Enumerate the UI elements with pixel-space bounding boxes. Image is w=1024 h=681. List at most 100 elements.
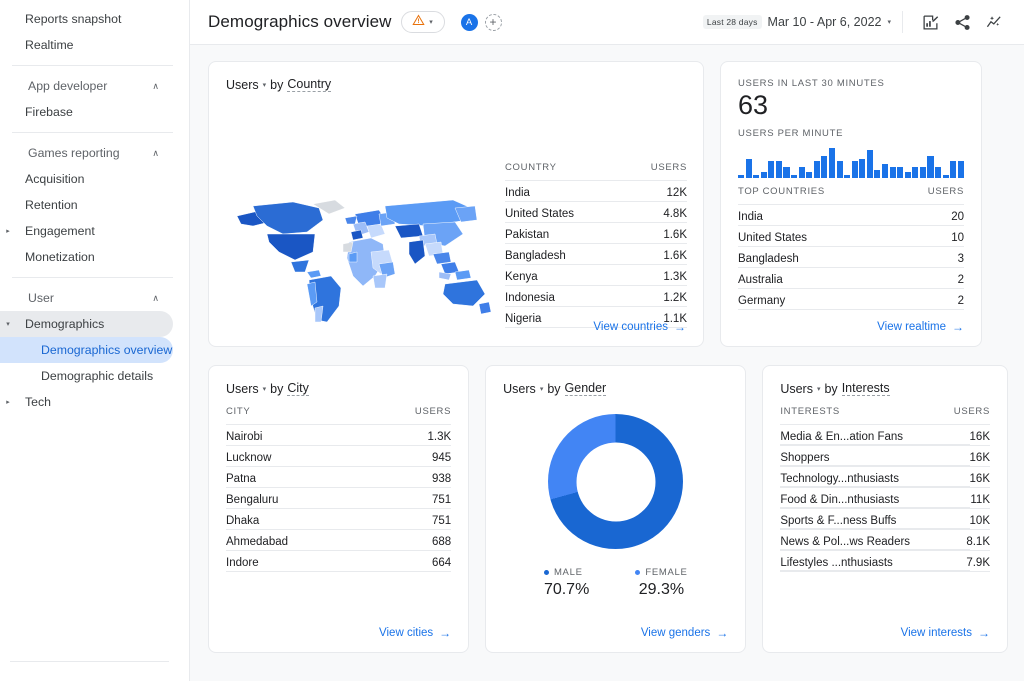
row-value: 10K: [944, 508, 990, 530]
row-label: Food & Din...nthusiasts: [780, 487, 971, 509]
gender-donut-chart[interactable]: [548, 414, 684, 549]
table-row[interactable]: Technology...nthusiasts 16K: [780, 466, 990, 488]
table-row[interactable]: Bangladesh 1.6K: [505, 243, 687, 265]
table-row[interactable]: Pakistan 1.6K: [505, 222, 687, 244]
sidebar-item-retention[interactable]: Retention: [0, 192, 173, 218]
sidebar-item-acquisition[interactable]: Acquisition: [0, 166, 173, 192]
expand-arrow-icon[interactable]: ▾: [0, 321, 16, 328]
collapse-chevron-icon[interactable]: ∧: [152, 148, 159, 159]
add-comparison-button[interactable]: +: [484, 13, 502, 31]
sidebar-item-demographics-overview[interactable]: Demographics overview: [0, 337, 173, 363]
insights-icon[interactable]: [983, 11, 1005, 33]
sidebar-item-reports-snapshot[interactable]: Reports snapshot: [0, 6, 173, 32]
table-row[interactable]: Patna 938: [226, 466, 452, 488]
sidebar-item-demographics[interactable]: ▾ Demographics: [0, 311, 173, 337]
table-row[interactable]: Lucknow 945: [226, 445, 452, 467]
sparkline-bar: [798, 166, 805, 178]
table-row[interactable]: United States 10: [738, 225, 964, 247]
date-range-selector[interactable]: Mar 10 - Apr 6, 2022: [768, 15, 882, 29]
dimension-selector[interactable]: Interests: [841, 381, 890, 396]
warning-triangle-icon: [412, 13, 425, 31]
chevron-down-icon[interactable]: ▾: [887, 18, 891, 26]
table-row[interactable]: United States 4.8K: [505, 201, 687, 223]
chevron-down-icon[interactable]: ▾: [540, 385, 544, 393]
avatar[interactable]: A: [460, 13, 478, 31]
table-row[interactable]: Kenya 1.3K: [505, 264, 687, 286]
dimension-selector[interactable]: Country: [287, 77, 332, 92]
table-row[interactable]: Bangladesh 3: [738, 246, 964, 268]
expand-arrow-icon[interactable]: ▸: [0, 228, 16, 235]
view-interests-link[interactable]: View interests →: [901, 626, 990, 640]
table-row[interactable]: Shoppers 16K: [780, 445, 990, 467]
sidebar-item-firebase[interactable]: Firebase: [0, 99, 173, 125]
view-genders-link[interactable]: View genders →: [641, 626, 728, 640]
row-value: 1.6K: [624, 222, 687, 244]
sidebar-item-app-developer[interactable]: App developer ∧: [0, 73, 173, 99]
table-row[interactable]: Food & Din...nthusiasts 11K: [780, 487, 990, 509]
table-row[interactable]: Indore 664: [226, 550, 452, 572]
sidebar-divider: [12, 277, 173, 278]
view-cities-link[interactable]: View cities →: [379, 626, 451, 640]
users-per-minute-sparkline[interactable]: [738, 146, 964, 178]
data-warning-button[interactable]: ▾: [400, 11, 445, 33]
table-row[interactable]: Australia 2: [738, 267, 964, 289]
arrow-right-icon: →: [978, 626, 990, 640]
row-value: 20: [897, 204, 964, 226]
table-row[interactable]: News & Pol...ws Readers 8.1K: [780, 529, 990, 551]
chevron-down-icon[interactable]: ▾: [263, 385, 267, 393]
metric-selector[interactable]: Users: [226, 382, 259, 396]
row-label: Patna: [226, 466, 369, 488]
table-row[interactable]: India 12K: [505, 180, 687, 202]
legend-value: 29.3%: [638, 581, 685, 598]
users-by-city-card: Users ▾ by City CITY USERS Nairobi 1.3K Lu…: [208, 365, 470, 653]
table-row[interactable]: Indonesia 1.2K: [505, 285, 687, 307]
sparkline-bar: [897, 166, 904, 178]
table-row[interactable]: Germany 2: [738, 288, 964, 310]
sidebar-item-demographic-details[interactable]: Demographic details: [0, 363, 173, 389]
legend-item: FEMALE 29.3%: [635, 567, 687, 599]
table-row[interactable]: India 20: [738, 204, 964, 226]
world-choropleth-map[interactable]: [223, 160, 499, 350]
view-realtime-link[interactable]: View realtime →: [877, 320, 964, 334]
metric-selector[interactable]: Users: [226, 78, 259, 92]
view-countries-link[interactable]: View countries →: [593, 320, 686, 334]
sidebar-item-label: Retention: [25, 198, 78, 212]
chevron-down-icon[interactable]: ▾: [817, 385, 821, 393]
customize-report-icon[interactable]: [919, 11, 941, 33]
table-row[interactable]: Bengaluru 751: [226, 487, 452, 509]
arrow-right-icon: →: [716, 626, 729, 640]
row-value: 8.1K: [944, 529, 990, 551]
table-row[interactable]: Ahmedabad 688: [226, 529, 452, 551]
share-icon[interactable]: [951, 11, 973, 33]
table-row[interactable]: Sports & F...ness Buffs 10K: [780, 508, 990, 530]
table-row[interactable]: Lifestyles ...nthusiasts 7.9K: [780, 550, 990, 572]
sidebar-item-realtime[interactable]: Realtime: [0, 32, 173, 58]
realtime-rows: India 20 United States 10 Bangladesh 3 Austral…: [738, 204, 964, 310]
row-bar: [738, 308, 897, 310]
metric-selector[interactable]: Users: [780, 382, 813, 396]
row-label: Indonesia: [505, 285, 625, 307]
expand-arrow-icon[interactable]: ▸: [0, 399, 16, 406]
dimension-selector[interactable]: Gender: [564, 381, 607, 396]
metric-selector[interactable]: Users: [503, 382, 536, 396]
row-label: Bengaluru: [226, 487, 369, 509]
collapse-chevron-icon[interactable]: ∧: [152, 81, 159, 92]
table-row[interactable]: Media & En...ation Fans 16K: [780, 424, 990, 446]
table-row[interactable]: Dhaka 751: [226, 508, 452, 530]
row-label: Bangladesh: [505, 243, 625, 265]
sparkline-bar: [813, 161, 820, 178]
cards-row-bottom: Users ▾ by City CITY USERS Nairobi 1.3K Lu…: [208, 365, 1008, 653]
top-bar-right: Last 28 days Mar 10 - Apr 6, 2022 ▾: [702, 11, 1010, 33]
sidebar-item-label: User: [28, 291, 54, 305]
sidebar-item-monetization[interactable]: Monetization: [0, 244, 173, 270]
chevron-down-icon[interactable]: ▾: [263, 81, 267, 89]
dimension-selector[interactable]: City: [287, 381, 309, 396]
table-row[interactable]: Nairobi 1.3K: [226, 424, 452, 446]
sidebar-item-engagement[interactable]: ▸ Engagement: [0, 218, 173, 244]
country-table: COUNTRY USERS India 12K United States 4.8K P…: [505, 162, 687, 328]
sidebar-item-user[interactable]: User ∧: [0, 285, 173, 311]
collapse-chevron-icon[interactable]: ∧: [152, 293, 159, 304]
sidebar-item-games-reporting[interactable]: Games reporting ∧: [0, 140, 173, 166]
sidebar-item-tech[interactable]: ▸ Tech: [0, 389, 173, 415]
users-by-country-card: Users ▾ by Country COUNTRY USERS India 1…: [208, 61, 704, 347]
